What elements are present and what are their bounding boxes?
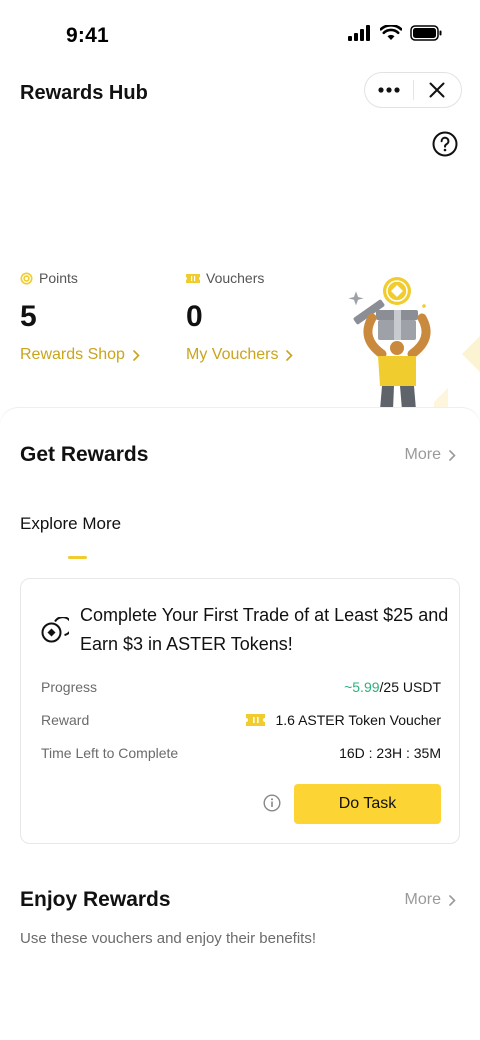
status-bar: 9:41 [0,0,480,70]
get-rewards-more-label: More [404,446,441,463]
info-icon[interactable] [263,794,281,812]
my-vouchers-link[interactable]: My Vouchers [186,346,294,364]
task-card: Complete Your First Trade of at Least $2… [20,578,460,844]
time-left-label: Time Left to Complete [41,745,179,761]
close-icon [429,82,445,98]
time-left-row: Time Left to Complete 16D : 23H : 35M [41,745,441,765]
more-options-button[interactable] [365,72,413,108]
voucher-icon [246,714,266,726]
task-title: Complete Your First Trade of at Least $2… [80,605,449,654]
rewards-sheet: Get Rewards More Explore More Complete Y… [0,408,480,1040]
chevron-right-icon [133,349,140,361]
enjoy-rewards-more-label: More [404,891,441,908]
vouchers-label: Vouchers [206,270,265,286]
wifi-icon [380,25,402,40]
chevron-right-icon [449,894,456,906]
time-left-value: 16D : 23H : 35M [339,745,441,761]
rewards-illustration [348,277,480,410]
chevron-right-icon [449,449,456,461]
do-task-button[interactable]: Do Task [294,784,441,824]
miniapp-capsule [364,72,462,108]
help-icon [432,131,458,157]
progress-total: /25 USDT [379,679,441,695]
reward-label: Reward [41,712,90,728]
points-icon [20,272,33,284]
close-button[interactable] [413,72,461,108]
progress-row: Progress ~5.99/25 USDT [41,679,441,699]
get-rewards-title: Get Rewards [20,443,149,466]
enjoy-rewards-more-link[interactable]: More [405,891,456,909]
more-dots-icon [378,87,400,93]
rewards-shop-label: Rewards Shop [20,346,125,363]
progress-value: ~5.99/25 USDT [344,679,441,695]
vouchers-value: 0 [186,300,203,333]
battery-icon [410,25,442,41]
status-icons [348,25,442,41]
header: Rewards Hub [0,70,480,114]
progress-label: Progress [41,679,98,695]
tab-explore-more[interactable]: Explore More [20,514,121,534]
signal-icon [348,25,370,41]
points-label: Points [39,270,78,286]
reward-value: 1.6 ASTER Token Voucher [275,712,441,728]
progress-current: ~5.99 [344,679,380,695]
chevron-right-icon [286,349,294,361]
status-time: 9:41 [66,24,109,47]
tab-active-indicator [68,556,87,559]
get-rewards-more-link[interactable]: More [405,446,456,464]
points-stat: Points 5 Rewards Shop [20,270,140,364]
reward-row: Reward 1.6 ASTER Token Voucher [41,712,441,732]
page-title: Rewards Hub [20,82,148,104]
vouchers-stat: Vouchers 0 My Vouchers [186,270,294,364]
reward-value-wrap: 1.6 ASTER Token Voucher [246,712,441,728]
trade-coins-icon [41,617,69,643]
stats-section: Points 5 Rewards Shop Vouchers 0 My Vouc… [0,260,480,410]
enjoy-rewards-subtitle: Use these vouchers and enjoy their benef… [20,930,317,947]
help-button[interactable] [432,131,458,157]
voucher-icon [186,273,200,283]
rewards-shop-link[interactable]: Rewards Shop [20,346,140,364]
enjoy-rewards-title: Enjoy Rewards [20,888,171,911]
my-vouchers-label: My Vouchers [186,346,279,363]
points-value: 5 [20,300,37,333]
